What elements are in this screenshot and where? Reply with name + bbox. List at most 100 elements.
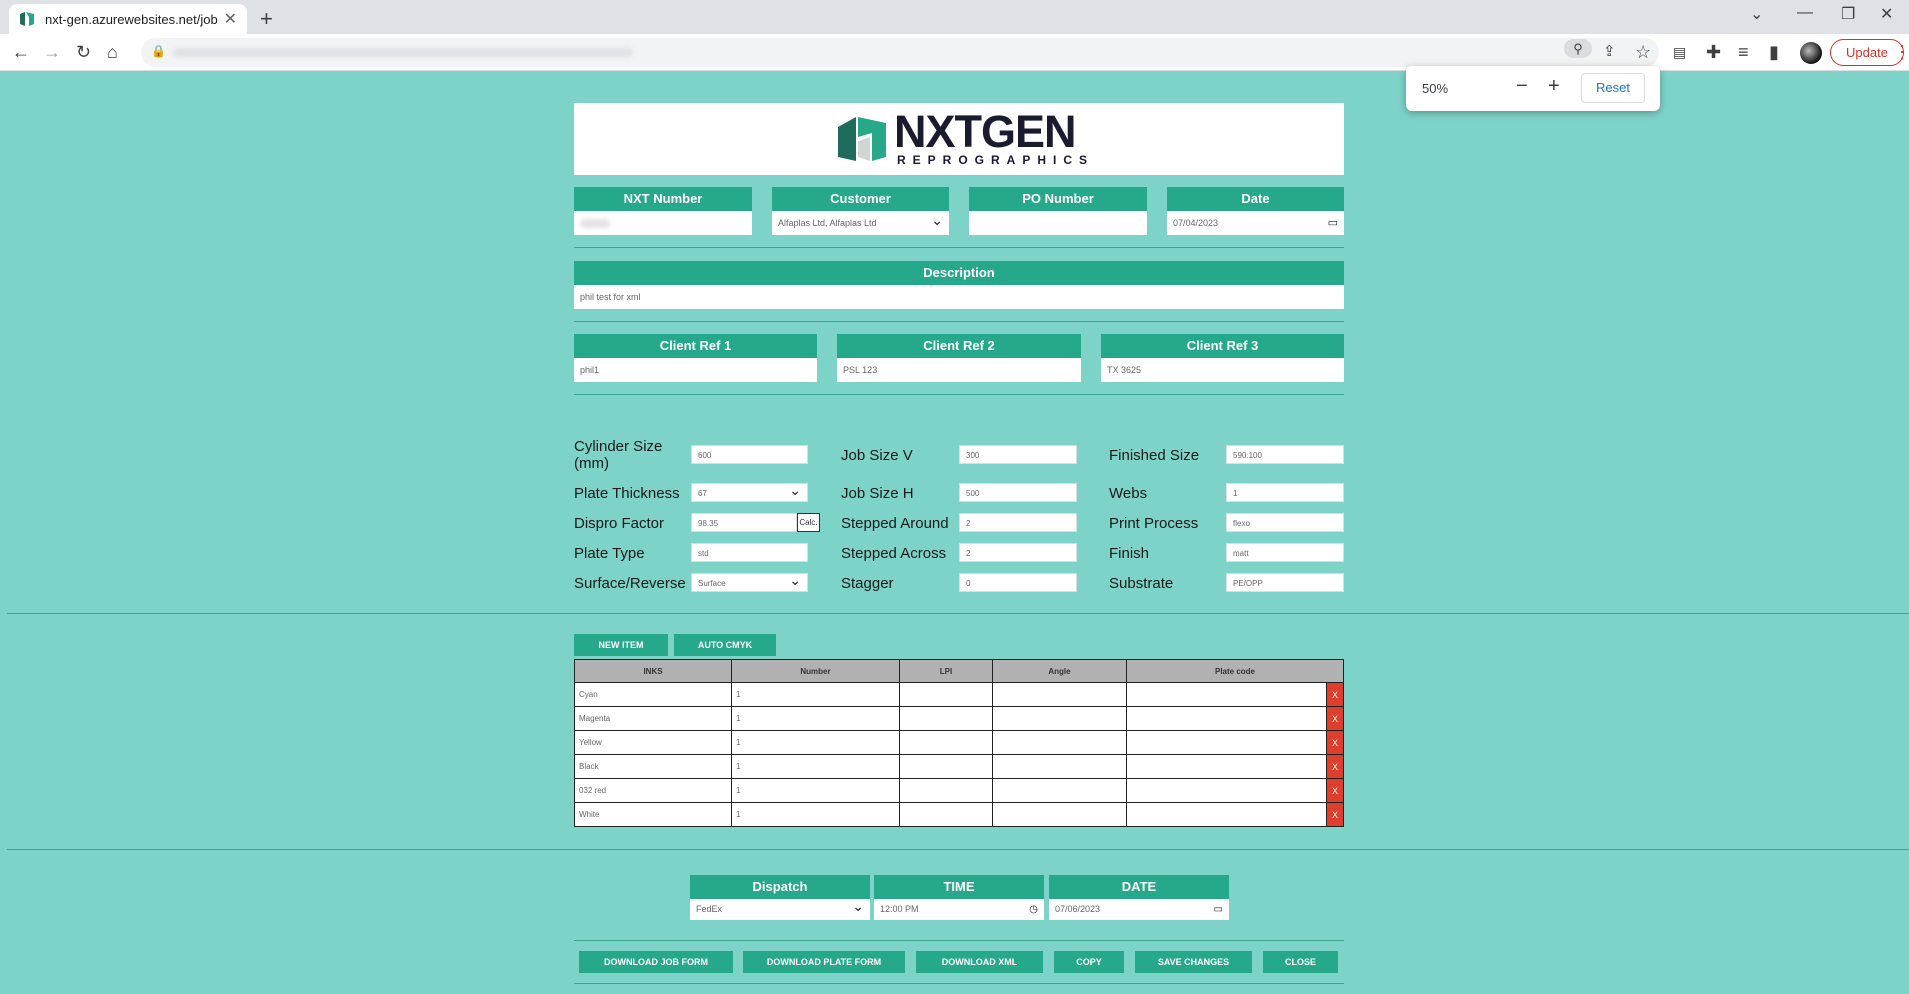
zoom-in-icon[interactable]: +: [1548, 76, 1560, 96]
new-tab-icon[interactable]: +: [260, 6, 273, 32]
delete-row-button[interactable]: X: [1326, 706, 1344, 731]
ink-name-cell[interactable]: 032 red: [574, 778, 732, 803]
zoom-out-icon[interactable]: −: [1516, 76, 1528, 96]
job-size-h-value: 500: [966, 489, 980, 498]
side-panel-icon[interactable]: ▮: [1769, 42, 1779, 62]
bookmark-star-icon[interactable]: ☆: [1635, 42, 1651, 62]
ink-angle-cell[interactable]: [992, 754, 1127, 779]
stagger-input[interactable]: 0: [959, 573, 1077, 592]
ink-name-cell[interactable]: Magenta: [574, 706, 732, 731]
surface-reverse-select[interactable]: Surface: [691, 573, 808, 592]
zoom-icon[interactable]: ⚲: [1564, 39, 1592, 58]
substrate-input[interactable]: PE/OPP: [1226, 573, 1344, 592]
reload-icon[interactable]: ↻: [76, 42, 91, 62]
download-plate-form-button[interactable]: DOWNLOAD PLATE FORM: [743, 951, 905, 973]
calc-button[interactable]: Calc.: [797, 513, 820, 532]
save-changes-button[interactable]: SAVE CHANGES: [1135, 951, 1252, 973]
finish-input[interactable]: matt: [1226, 543, 1344, 562]
auto-cmyk-button[interactable]: AUTO CMYK: [674, 634, 776, 656]
ink-number-cell[interactable]: 1: [731, 706, 900, 731]
tab-close-icon[interactable]: ✕: [224, 9, 237, 29]
back-icon[interactable]: ←: [12, 42, 30, 62]
delete-row-button[interactable]: X: [1326, 802, 1344, 827]
print-process-input[interactable]: flexo: [1226, 513, 1344, 532]
ink-plate-code-cell[interactable]: [1126, 682, 1327, 707]
address-bar[interactable]: 🔒: [141, 38, 1659, 67]
ink-lpi-cell[interactable]: [899, 802, 993, 827]
delete-row-button[interactable]: X: [1326, 730, 1344, 755]
dispro-factor-input[interactable]: 98.35: [691, 513, 797, 532]
copy-button[interactable]: COPY: [1054, 951, 1124, 973]
cylinder-size-input[interactable]: 600: [691, 445, 808, 464]
ink-lpi-cell[interactable]: [899, 754, 993, 779]
ink-number-cell[interactable]: 1: [731, 802, 900, 827]
ink-angle-cell[interactable]: [992, 778, 1127, 803]
ink-name-cell[interactable]: White: [574, 802, 732, 827]
ink-lpi-cell[interactable]: [899, 682, 993, 707]
job-size-v-input[interactable]: 300: [959, 445, 1077, 464]
ink-plate-code-cell[interactable]: [1126, 802, 1327, 827]
delete-row-button[interactable]: X: [1326, 682, 1344, 707]
restore-icon[interactable]: ❐: [1841, 4, 1855, 24]
ink-angle-cell[interactable]: [992, 802, 1127, 827]
webs-input[interactable]: 1: [1226, 483, 1344, 502]
ink-name-cell[interactable]: Black: [574, 754, 732, 779]
share-icon[interactable]: ⇪: [1603, 42, 1616, 62]
ink-plate-code-cell[interactable]: [1126, 778, 1327, 803]
plate-thickness-select[interactable]: 67: [691, 483, 808, 502]
ink-angle-cell[interactable]: [992, 682, 1127, 707]
ink-lpi-cell[interactable]: [899, 706, 993, 731]
ink-lpi-cell[interactable]: [899, 778, 993, 803]
ink-number-cell[interactable]: 1: [731, 778, 900, 803]
dispatch-select[interactable]: FedEx: [690, 899, 870, 920]
ink-plate-code-cell[interactable]: [1126, 754, 1327, 779]
forward-icon[interactable]: →: [43, 42, 61, 62]
download-xml-button[interactable]: DOWNLOAD XML: [916, 951, 1043, 973]
window-close-icon[interactable]: ✕: [1880, 4, 1893, 24]
ink-name-cell[interactable]: Cyan: [574, 682, 732, 707]
stepped-across-input[interactable]: 2: [959, 543, 1077, 562]
extension-new-icon[interactable]: ▤: [1673, 42, 1686, 62]
time-input[interactable]: 12:00 PM ◷: [874, 899, 1044, 920]
download-job-form-button[interactable]: DOWNLOAD JOB FORM: [579, 951, 733, 973]
ink-name-cell[interactable]: Yellow: [574, 730, 732, 755]
plate-type-input[interactable]: std: [691, 543, 808, 562]
table-row: Black 1 X: [574, 754, 1344, 779]
menu-kebab-icon[interactable]: ⋮: [1893, 42, 1909, 62]
description-input[interactable]: phil test for xml: [574, 285, 1344, 309]
minimize-icon[interactable]: —: [1797, 4, 1813, 22]
ink-lpi-cell[interactable]: [899, 730, 993, 755]
extensions-puzzle-icon[interactable]: ✚: [1706, 42, 1721, 62]
dispatch-date-input[interactable]: 07/06/2023 ▭: [1049, 899, 1229, 920]
client-ref-1-input[interactable]: phil1: [574, 358, 817, 382]
ink-plate-code-cell[interactable]: [1126, 706, 1327, 731]
calendar-icon[interactable]: ▭: [1214, 899, 1223, 920]
calendar-icon[interactable]: ▭: [1328, 211, 1338, 235]
ink-number-cell[interactable]: 1: [731, 682, 900, 707]
home-icon[interactable]: ⌂: [107, 42, 118, 62]
ink-angle-cell[interactable]: [992, 706, 1127, 731]
ink-number-cell[interactable]: 1: [731, 754, 900, 779]
ink-number-cell[interactable]: 1: [731, 730, 900, 755]
delete-row-button[interactable]: X: [1326, 754, 1344, 779]
po-number-input[interactable]: [969, 211, 1147, 235]
new-item-button[interactable]: NEW ITEM: [574, 634, 668, 656]
ink-angle-cell[interactable]: [992, 730, 1127, 755]
finished-size-input[interactable]: 590.100: [1226, 445, 1344, 464]
clock-icon[interactable]: ◷: [1029, 899, 1038, 920]
delete-row-button[interactable]: X: [1326, 778, 1344, 803]
nxt-number-input[interactable]: [574, 211, 752, 235]
tab-search-icon[interactable]: ⌄: [1750, 4, 1763, 24]
profile-avatar[interactable]: [1800, 42, 1822, 64]
media-queue-icon[interactable]: ≡: [1738, 42, 1749, 62]
stepped-around-input[interactable]: 2: [959, 513, 1077, 532]
date-input[interactable]: 07/04/2023 ▭: [1167, 211, 1344, 235]
customer-select[interactable]: Alfaplas Ltd, Alfaplas Ltd: [772, 211, 949, 235]
client-ref-2-input[interactable]: PSL 123: [837, 358, 1081, 382]
close-button[interactable]: CLOSE: [1263, 951, 1338, 973]
client-ref-3-input[interactable]: TX 3625: [1101, 358, 1344, 382]
browser-tab[interactable]: nxt-gen.azurewebsites.net/job-d ✕: [9, 4, 247, 34]
ink-plate-code-cell[interactable]: [1126, 730, 1327, 755]
zoom-reset-button[interactable]: Reset: [1581, 73, 1645, 103]
job-size-h-input[interactable]: 500: [959, 483, 1077, 502]
